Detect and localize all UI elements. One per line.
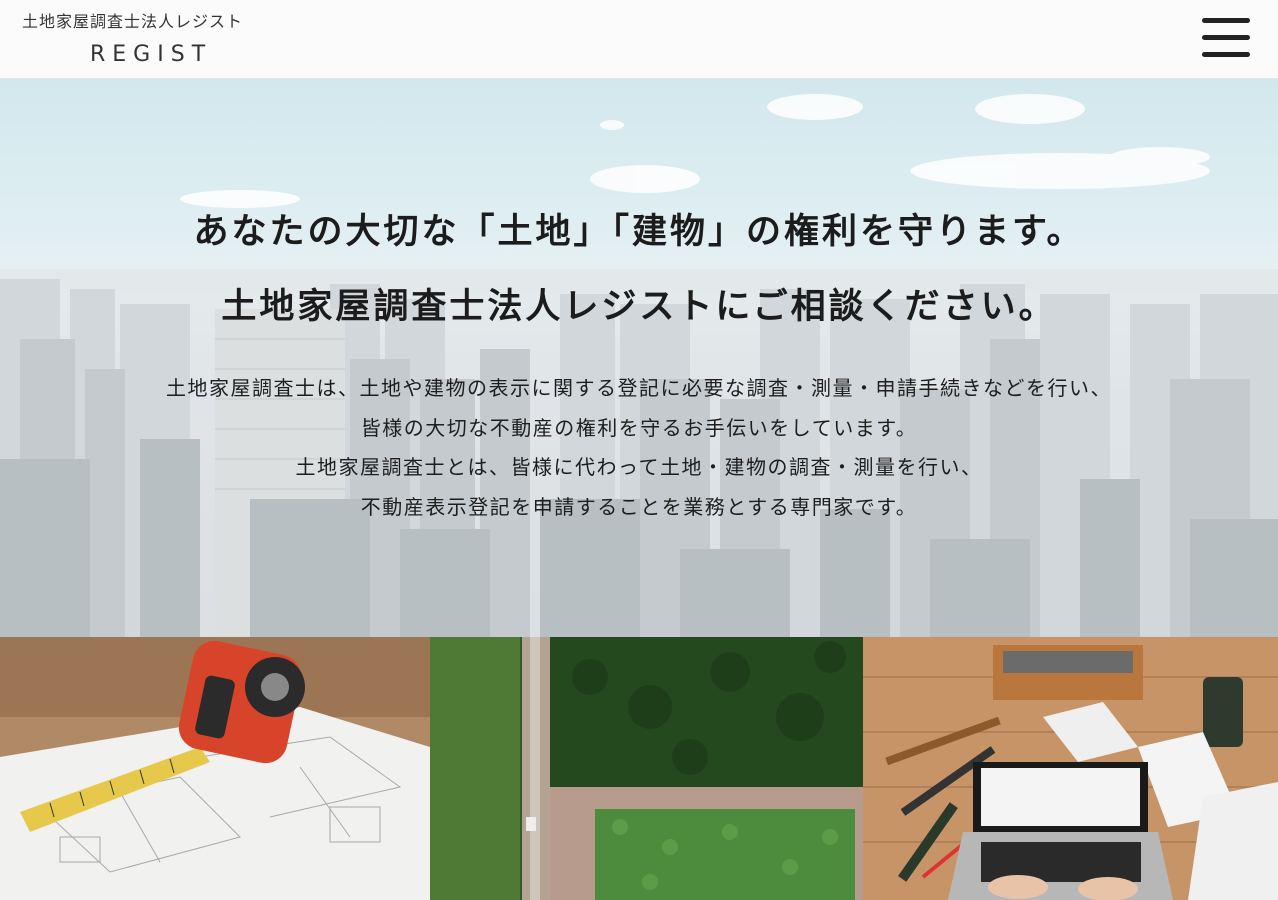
hamburger-menu-icon[interactable]: [1202, 16, 1250, 60]
hero-overlay: [0, 79, 1278, 637]
hero-section: あなたの大切な「土地」「建物」の権利を守ります。 土地家屋調査士法人レジストにご…: [0, 79, 1278, 637]
menu-bar-middle: [1202, 35, 1250, 40]
hero-headline: あなたの大切な「土地」「建物」の権利を守ります。 土地家屋調査士法人レジストにご…: [0, 194, 1278, 344]
headline-line-1: あなたの大切な「土地」「建物」の権利を守ります。: [193, 211, 1085, 252]
photo-strip: [0, 637, 1278, 900]
headline-line-2: 土地家屋調査士法人レジストにご相談ください。: [221, 286, 1057, 327]
hero-description: 土地家屋調査士は、土地や建物の表示に関する登記に必要な調査・測量・申請手続きなど…: [0, 369, 1278, 527]
photo-aerial-land-plot: [430, 637, 863, 900]
photo-tape-measure-floor-plan: [0, 637, 430, 900]
menu-bar-bottom: [1202, 52, 1250, 57]
logo-english-name: REGIST: [90, 42, 213, 67]
site-logo[interactable]: 土地家屋調査士法人レジスト REGIST: [22, 6, 302, 74]
site-header: 土地家屋調査士法人レジスト REGIST: [0, 0, 1278, 79]
logo-japanese-name: 土地家屋調査士法人レジスト: [22, 12, 244, 31]
description-line-2: 皆様の大切な不動産の権利を守るお手伝いをしています。: [360, 415, 918, 440]
description-line-3: 土地家屋調査士とは、皆様に代わって土地・建物の調査・測量を行い、: [295, 455, 983, 479]
description-line-1: 土地家屋調査士は、土地や建物の表示に関する登記に必要な調査・測量・申請手続きなど…: [166, 376, 1112, 400]
photo-workbench-laptop: [863, 637, 1278, 900]
menu-bar-top: [1202, 18, 1250, 23]
description-line-4: 不動産表示登記を申請することを業務とする専門家です。: [360, 494, 918, 519]
